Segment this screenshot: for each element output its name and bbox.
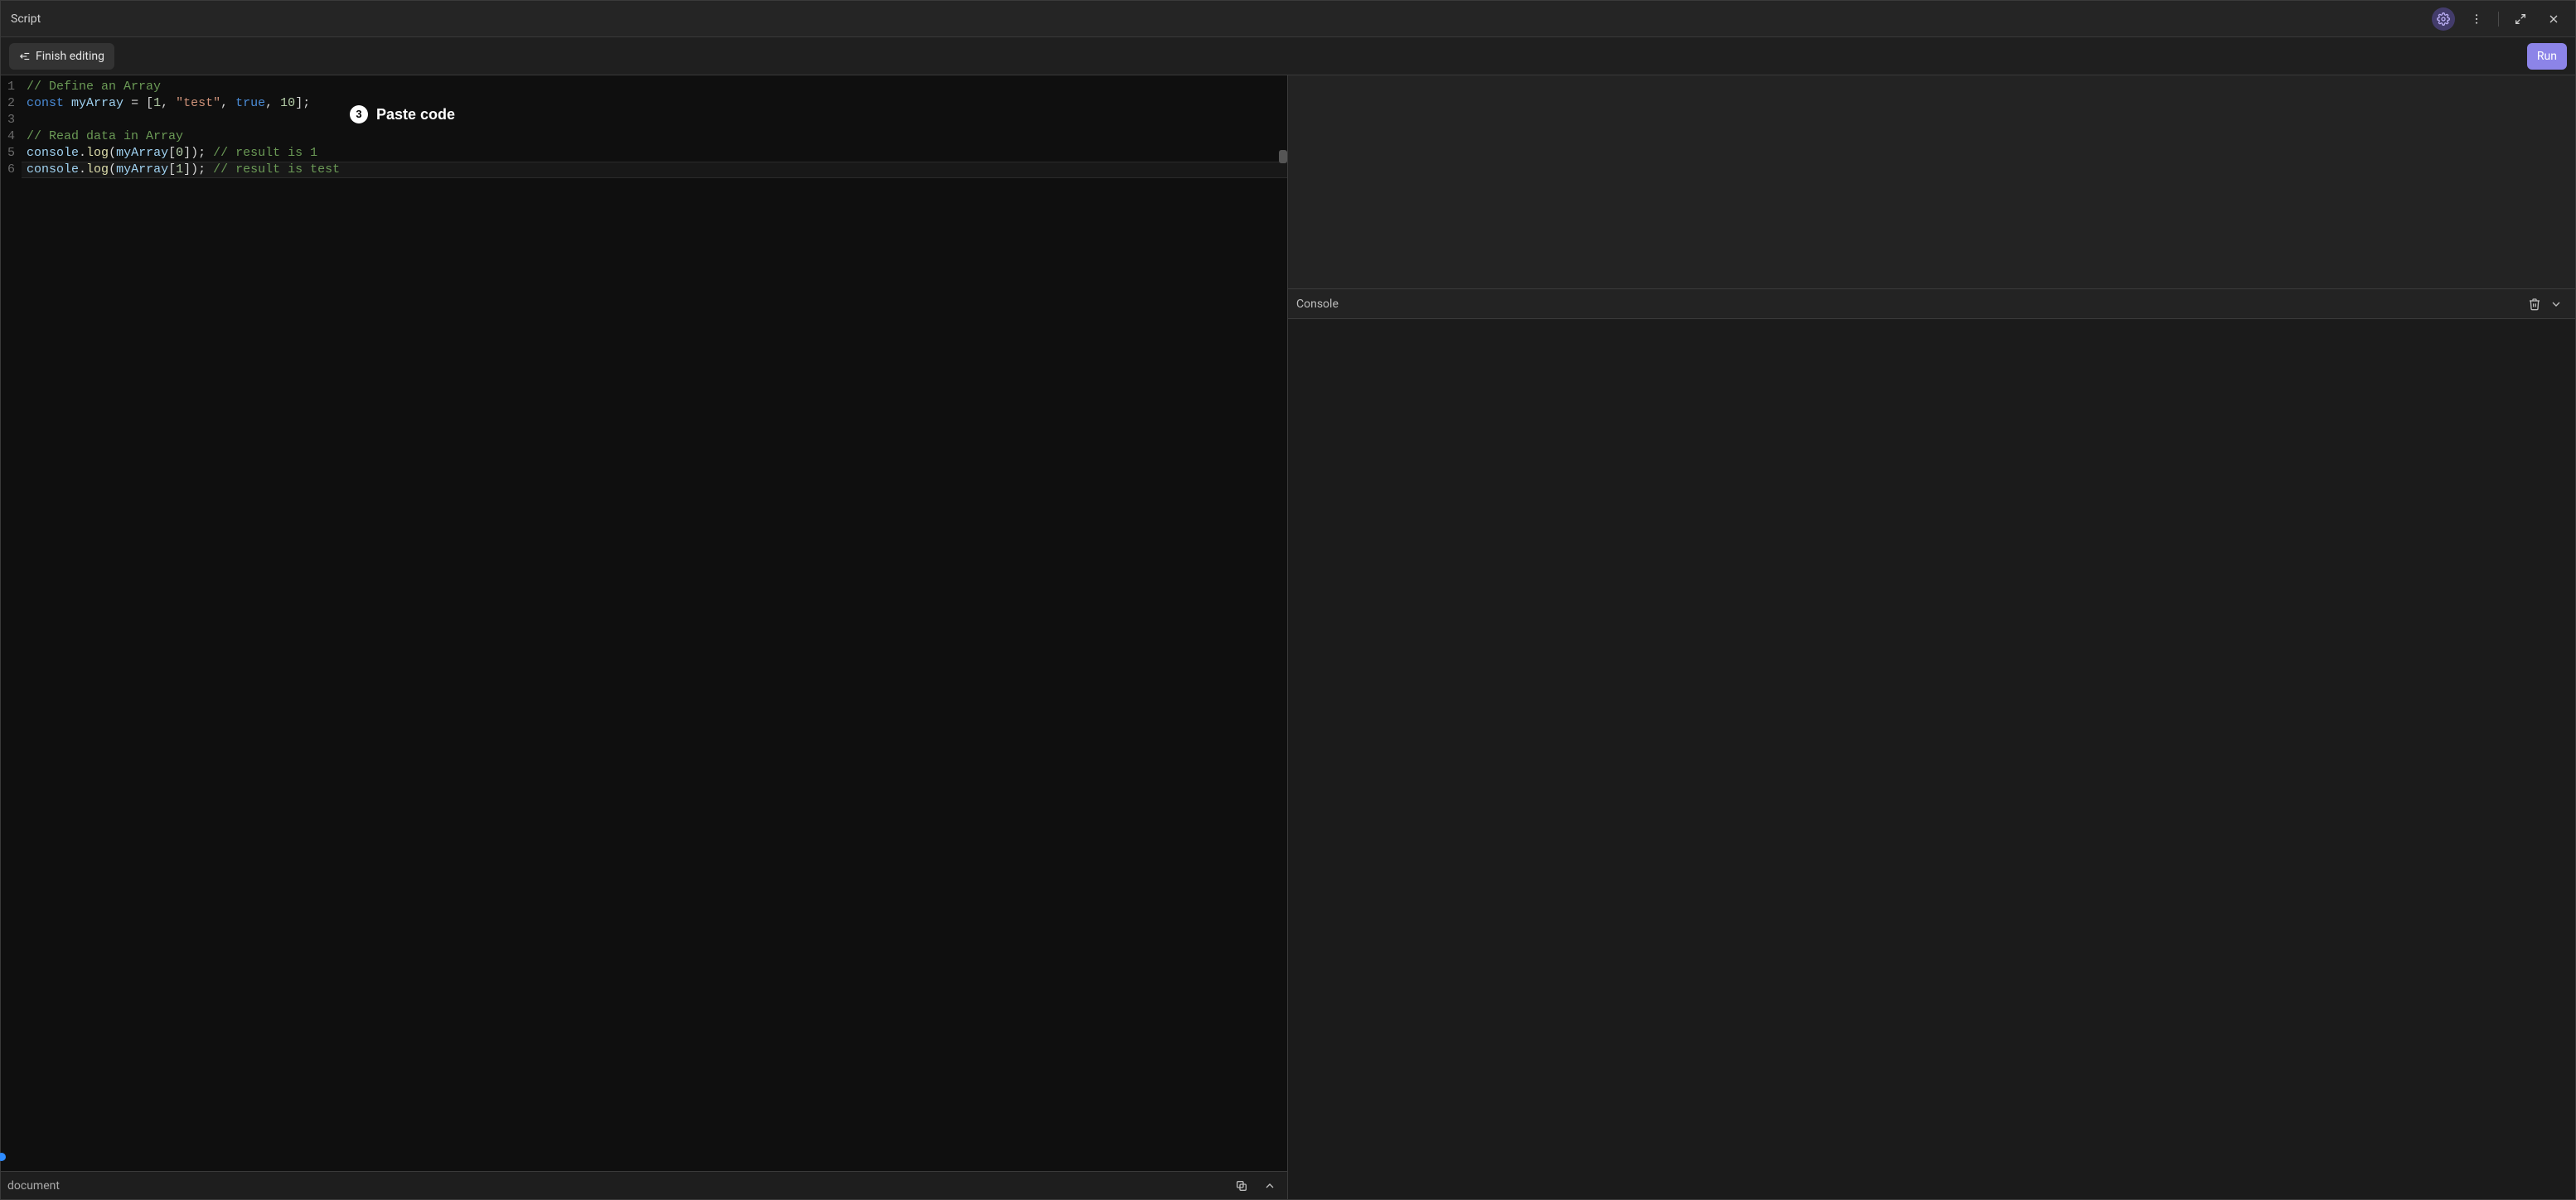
code-token: // result is 1 [213,146,317,160]
code-token: myArray [116,146,168,160]
window-title: Script [11,12,41,26]
line-number: 6 [7,162,15,178]
main-split: 123456 3 Paste code // Define an Arrayco… [1,75,2575,1199]
code-token: , [265,96,280,110]
code-token: log [86,146,109,160]
code-token: 1 [153,96,161,110]
chevron-down-icon[interactable] [2545,293,2567,315]
code-token: , [161,96,176,110]
code-token: 0 [176,146,183,160]
console-title: Console [1296,298,1339,311]
line-number: 2 [7,95,15,112]
editor-pane: 123456 3 Paste code // Define an Arrayco… [1,75,1288,1199]
line-number: 4 [7,128,15,145]
line-number: 3 [7,112,15,128]
close-icon[interactable] [2542,7,2565,31]
run-button[interactable]: Run [2527,43,2567,70]
code-token: myArray [116,162,168,177]
code-token: console [27,162,79,177]
console-body[interactable] [1288,319,2575,1199]
code-line[interactable]: const myArray = [1, "test", true, 10]; [22,95,1287,112]
code-line[interactable]: // Read data in Array [22,128,1287,145]
code-token: [ [168,162,176,177]
code-token: console [27,146,79,160]
code-token: const [27,96,64,110]
output-pane: Console [1288,75,2575,1199]
code-line[interactable]: console.log(myArray[1]); // result is te… [22,162,1287,178]
code-token: myArray [71,96,123,110]
code-token [64,96,71,110]
code-line[interactable]: console.log(myArray[0]); // result is 1 [22,145,1287,162]
code-token: // result is test [213,162,340,177]
code-token: // Read data in Array [27,129,183,143]
code-line[interactable]: // Define an Array [22,79,1287,95]
code-token: "test" [176,96,220,110]
finish-editing-label: Finish editing [36,50,104,63]
code-token: log [86,162,109,177]
code-token: ]; [295,96,310,110]
expand-icon[interactable] [2509,7,2532,31]
trash-icon[interactable] [2524,293,2545,315]
code-token: , [220,96,235,110]
line-number: 5 [7,145,15,162]
line-gutter: 123456 [1,75,22,1171]
preview-area [1288,75,2575,289]
code-editor[interactable]: 123456 3 Paste code // Define an Arrayco… [1,75,1287,1171]
script-window: Script [0,0,2576,1200]
code-token: . [79,162,86,177]
code-token: = [ [123,96,153,110]
collapse-lines-icon [19,51,31,62]
code-token: ]); [183,162,213,177]
more-icon[interactable] [2465,7,2488,31]
status-context: document [7,1179,60,1193]
titlebar-actions [2432,7,2565,31]
code-token: 10 [280,96,295,110]
code-token: [ [168,146,176,160]
code-token: // Define an Array [27,80,161,94]
run-label: Run [2537,50,2557,63]
code-token: ( [109,146,116,160]
code-token: ( [109,162,116,177]
titlebar-divider [2498,12,2499,27]
toolbar: Finish editing Run [1,37,2575,75]
editor-scrollbar-thumb[interactable] [1279,150,1287,163]
copy-icon[interactable] [1231,1175,1252,1197]
code-area[interactable]: 3 Paste code // Define an Arrayconst myA… [22,75,1287,1171]
code-line[interactable] [22,112,1287,128]
finish-editing-button[interactable]: Finish editing [9,43,114,70]
code-token: . [79,146,86,160]
chevron-up-icon[interactable] [1259,1175,1281,1197]
gear-icon[interactable] [2432,7,2455,31]
line-number: 1 [7,79,15,95]
code-token: true [235,96,265,110]
code-token: 1 [176,162,183,177]
console-header: Console [1288,289,2575,319]
editor-statusbar: document [1,1171,1287,1199]
titlebar: Script [1,1,2575,37]
code-token: ]); [183,146,213,160]
